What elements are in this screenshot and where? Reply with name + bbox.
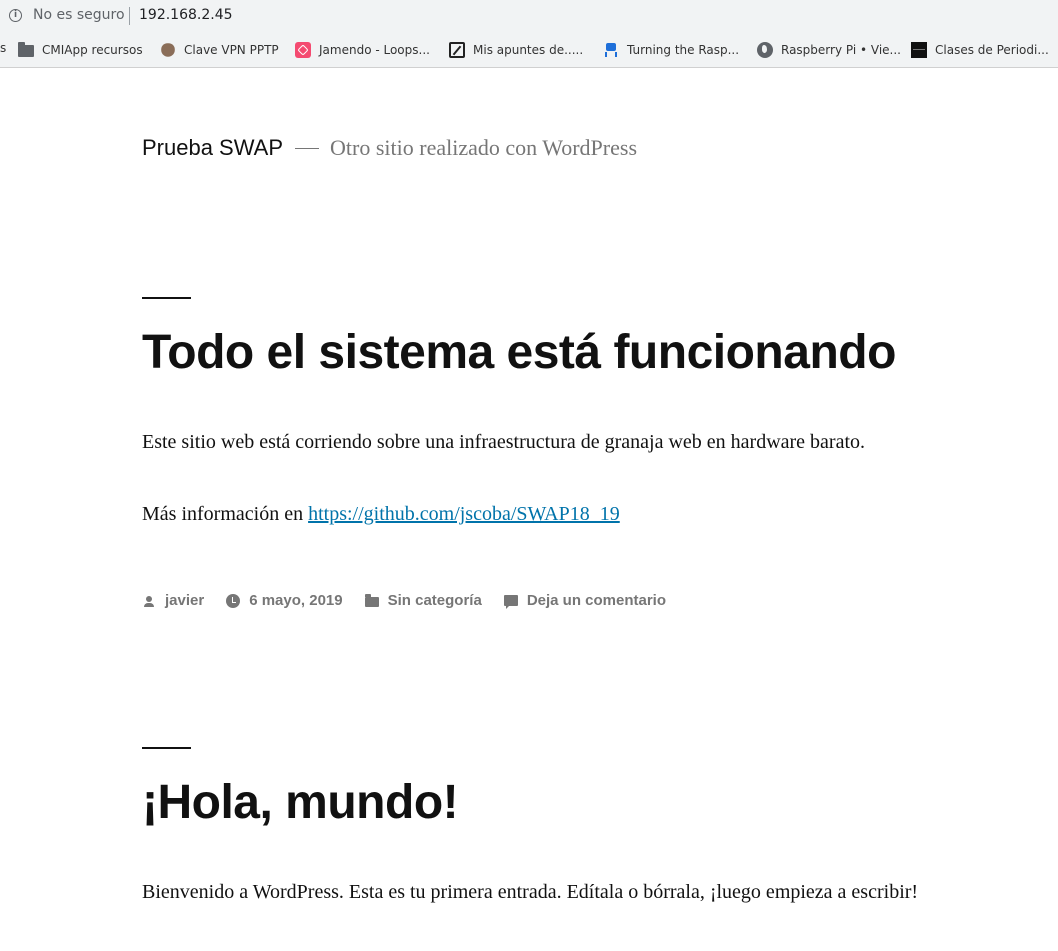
bookmark-raspberry-pi[interactable]: Raspberry Pi • Vie... [757, 32, 901, 67]
bookmark-label: Mis apuntes de..... [473, 42, 584, 57]
post-title[interactable]: ¡Hola, mundo! [142, 775, 459, 830]
bookmark-label: Jamendo - Loops... [319, 42, 430, 57]
post-title[interactable]: Todo el sistema está funcionando [142, 325, 896, 380]
post-category[interactable]: Sin categoría [364, 592, 482, 609]
author-name: javier [165, 592, 205, 609]
bookmark-truncated-label[interactable]: s [0, 41, 6, 55]
comment-icon [503, 595, 518, 609]
url-field[interactable]: 192.168.2.45 [139, 7, 233, 23]
post-date[interactable]: 6 mayo, 2019 [226, 592, 343, 609]
bookmark-turning-the-rasp[interactable]: Turning the Rasp... [603, 32, 739, 67]
address-divider [129, 7, 130, 25]
post-paragraph-info: Más información en https://github.com/js… [142, 503, 620, 526]
title-separator [295, 148, 320, 149]
address-bar[interactable]: i No es seguro 192.168.2.45 [0, 0, 1058, 32]
site-header: Prueba SWAP Otro sitio realizado con Word… [142, 135, 637, 161]
comments-text: Deja un comentario [526, 592, 667, 609]
post-paragraph: Este sitio web está corriendo sobre una … [142, 431, 866, 453]
post-meta: javier 6 mayo, 2019 Sin categoría Deja u… [142, 592, 688, 609]
bookmark-label: Raspberry Pi • Vie... [781, 42, 901, 57]
post-paragraph: Bienvenido a WordPress. Esta es tu prime… [142, 881, 919, 903]
info-icon[interactable]: i [9, 9, 22, 22]
post-author[interactable]: javier [142, 592, 204, 609]
folder-icon [18, 41, 34, 57]
site-title[interactable]: Prueba SWAP [142, 135, 283, 160]
bookmark-label: Clave VPN PPTP [184, 42, 279, 57]
post-divider [142, 297, 191, 299]
university-crest-icon [161, 42, 175, 57]
person-icon [142, 594, 156, 608]
edit-note-icon [449, 41, 465, 58]
jamendo-icon [295, 41, 311, 58]
post-divider [142, 747, 191, 749]
bookmark-label: Turning the Rasp... [627, 42, 740, 57]
bookmark-label: CMIApp recursos [42, 42, 143, 57]
folder-icon [364, 594, 379, 607]
robot-icon [603, 42, 619, 58]
security-status[interactable]: No es seguro [33, 7, 125, 23]
globe-icon [757, 41, 773, 58]
site-description: Otro sitio realizado con WordPress [330, 135, 638, 160]
bookmark-jamendo[interactable]: Jamendo - Loops... [295, 32, 430, 67]
site-favicon-dark [911, 41, 927, 58]
bookmark-clases-de-periodi[interactable]: Clases de Periodi... [911, 32, 1049, 67]
category-text: Sin categoría [387, 592, 482, 609]
github-link[interactable]: https://github.com/jscoba/SWAP18_19 [308, 503, 620, 525]
bookmark-label: Clases de Periodi... [935, 42, 1049, 57]
info-prefix: Más información en [142, 503, 309, 525]
bookmarks-bar: s CMIApp recursos Clave VPN PPTP Jamendo… [0, 32, 1058, 68]
bookmark-cmiapp-recursos[interactable]: CMIApp recursos [18, 32, 143, 67]
clock-icon [226, 593, 241, 608]
post-comments-link[interactable]: Deja un comentario [503, 592, 667, 609]
bookmark-clave-vpn[interactable]: Clave VPN PPTP [160, 32, 279, 67]
bookmark-mis-apuntes[interactable]: Mis apuntes de..... [449, 32, 583, 67]
date-text: 6 mayo, 2019 [249, 592, 343, 609]
